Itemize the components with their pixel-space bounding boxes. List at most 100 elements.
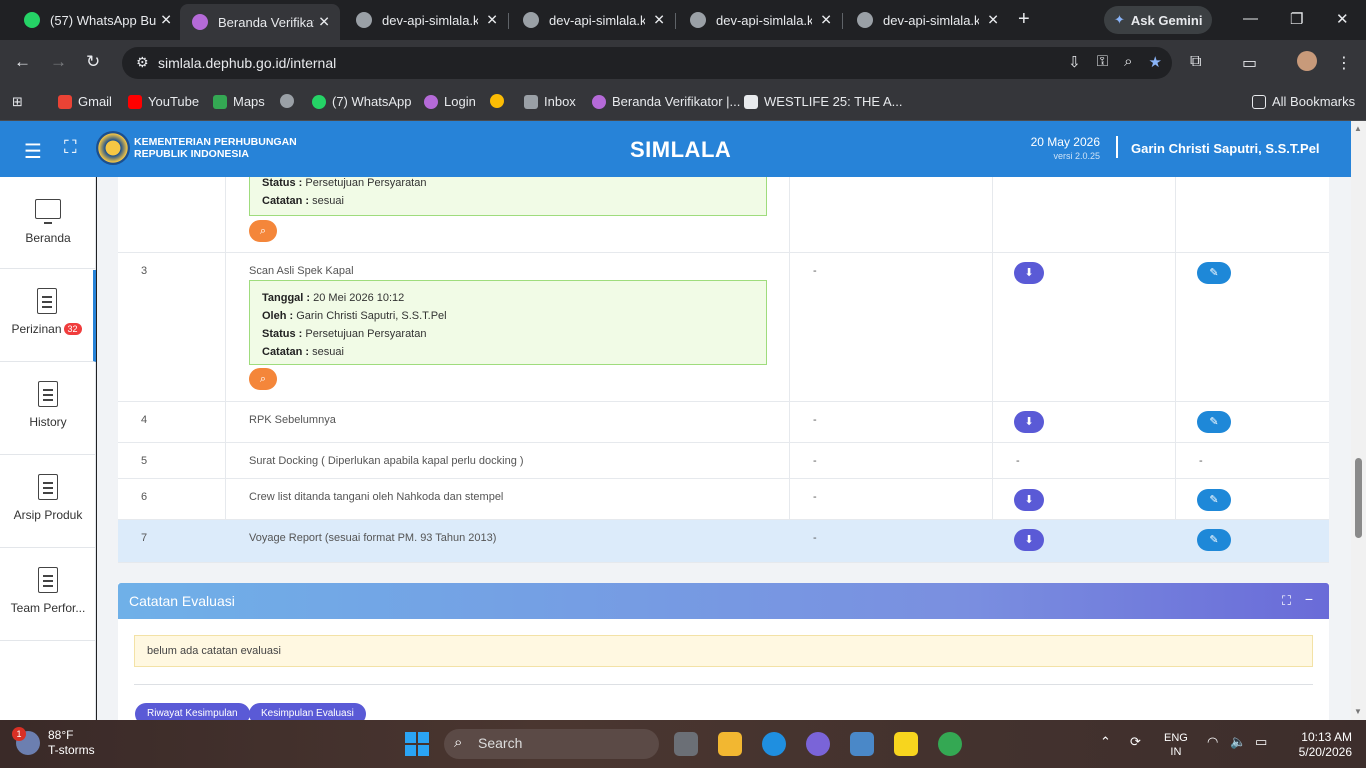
zoom-icon[interactable]: ⌕	[1124, 53, 1132, 71]
cell-value: -	[813, 491, 817, 503]
fullscreen-icon[interactable]: ⛶	[64, 137, 77, 158]
taskbar-search[interactable]: ⌕ Search	[444, 729, 659, 759]
minimize-icon[interactable]: —	[1243, 10, 1258, 27]
close-tab-icon[interactable]: ✕	[653, 12, 665, 29]
bookmark-beranda[interactable]: Beranda Verifikator |...	[592, 94, 740, 109]
close-tab-icon[interactable]: ✕	[486, 12, 498, 29]
scroll-up-icon[interactable]: ▲	[1354, 124, 1362, 133]
bookmark-label: Maps	[233, 94, 265, 109]
browser-tab-beranda[interactable]: Beranda Verifikato ✕	[180, 4, 340, 40]
bookmark-youtube[interactable]: YouTube	[128, 94, 199, 109]
cell-value: -	[1199, 455, 1203, 467]
tab-search-icon[interactable]: ▭	[1242, 53, 1257, 73]
sidebar-item-beranda[interactable]: Beranda	[0, 177, 96, 269]
browser-tab-whatsapp[interactable]: (57) WhatsApp Bu ✕	[12, 5, 182, 35]
hamburger-menu-icon[interactable]: ☰	[24, 139, 42, 164]
back-icon[interactable]: ←	[14, 52, 31, 72]
edit-button[interactable]: ✎	[1197, 489, 1231, 511]
bookmark-gmail[interactable]: Gmail	[58, 94, 112, 109]
bookmark-photos[interactable]	[490, 94, 510, 108]
bookmark-whatsapp[interactable]: (7) WhatsApp	[312, 94, 411, 109]
sidebar-item-history[interactable]: History	[0, 363, 96, 455]
sidebar-item-team-performance[interactable]: Team Perfor...	[0, 549, 96, 641]
row-number: 6	[141, 491, 148, 503]
user-name[interactable]: Garin Christi Saputri, S.S.T.Pel	[1131, 141, 1320, 156]
tray-chevron-up-icon[interactable]: ⌃	[1100, 734, 1111, 750]
bookmark-inbox[interactable]: Inbox	[524, 94, 576, 109]
sidebar-item-arsip-produk[interactable]: Arsip Produk	[0, 456, 96, 548]
wifi-icon[interactable]: ◠	[1207, 734, 1218, 750]
install-app-icon[interactable]: ⇩	[1068, 53, 1081, 71]
weather-widget[interactable]: 1 88°F T-storms	[12, 727, 95, 758]
table-row: 4 RPK Sebelumnya - ⬇ ✎	[118, 402, 1329, 443]
edge-icon[interactable]	[762, 732, 786, 756]
bookmark-star-icon[interactable]: ★	[1149, 53, 1162, 71]
close-tab-icon[interactable]: ✕	[820, 12, 832, 29]
card-header: Catatan Evaluasi ⛶ −	[118, 583, 1329, 619]
download-button[interactable]: ⬇	[1014, 489, 1044, 511]
scroll-down-icon[interactable]: ▼	[1354, 707, 1362, 716]
cell-value: -	[813, 455, 817, 467]
restore-icon[interactable]: ❐	[1290, 10, 1303, 28]
browser-tab-dev-api-2[interactable]: dev-api-simlala.ke ✕	[511, 5, 676, 35]
taskbar-clock[interactable]: 10:13 AM 5/20/2026	[1299, 730, 1352, 760]
password-key-icon[interactable]: ⚿	[1097, 53, 1108, 71]
battery-icon[interactable]: ▭	[1255, 734, 1267, 750]
volume-icon[interactable]: 🔈	[1230, 734, 1246, 750]
browser-tab-dev-api-1[interactable]: dev-api-simlala.ke ✕	[344, 5, 509, 35]
bookmark-globe[interactable]	[280, 94, 300, 108]
edit-button[interactable]: ✎	[1197, 529, 1231, 551]
info-label: Catatan :	[262, 195, 310, 207]
temperature: 88°F	[48, 728, 74, 742]
close-tab-icon[interactable]: ✕	[160, 12, 172, 29]
sidebar-item-perizinan[interactable]: Perizinan 32	[0, 270, 96, 362]
close-tab-icon[interactable]: ✕	[318, 14, 330, 31]
kesimpulan-evaluasi-button[interactable]: Kesimpulan Evaluasi	[249, 703, 366, 720]
riwayat-kesimpulan-button[interactable]: Riwayat Kesimpulan	[135, 703, 250, 720]
requirement-name: Voyage Report (sesuai format PM. 93 Tahu…	[249, 532, 497, 544]
reload-icon[interactable]: ↻	[86, 52, 100, 72]
edit-button[interactable]: ✎	[1197, 262, 1231, 284]
language-indicator[interactable]: ENG IN	[1164, 731, 1188, 759]
windows-start-icon[interactable]	[405, 732, 429, 756]
sidebar-item-label: Arsip Produk	[13, 508, 83, 522]
view-detail-button[interactable]: ⌕	[249, 220, 277, 242]
bookmark-label: Login	[444, 94, 476, 109]
close-tab-icon[interactable]: ✕	[987, 12, 999, 29]
close-window-icon[interactable]: ✕	[1336, 10, 1349, 28]
new-tab-icon[interactable]: +	[1018, 8, 1030, 31]
bookmark-westlife[interactable]: WESTLIFE 25: THE A...	[744, 94, 902, 109]
requirements-table: Status : Persetujuan Persyaratan Catatan…	[118, 177, 1329, 563]
download-button[interactable]: ⬇	[1014, 411, 1044, 433]
extensions-icon[interactable]: ⧉	[1190, 53, 1201, 71]
expand-icon[interactable]: ⛶	[1282, 593, 1291, 609]
bookmark-maps[interactable]: Maps	[213, 94, 265, 109]
document-icon	[36, 288, 57, 314]
collapse-icon[interactable]: −	[1305, 591, 1313, 607]
scrollbar-thumb[interactable]	[1355, 458, 1362, 538]
address-bar[interactable]: ⚙ simlala.dephub.go.id/internal ⇩ ⚿ ⌕ ★	[122, 47, 1172, 79]
profile-avatar[interactable]	[1297, 51, 1317, 71]
app-icon[interactable]	[806, 732, 830, 756]
file-explorer-icon[interactable]	[718, 732, 742, 756]
sticky-notes-icon[interactable]	[894, 732, 918, 756]
browser-tab-dev-api-3[interactable]: dev-api-simlala.ke ✕	[678, 5, 843, 35]
menu-kebab-icon[interactable]: ⋮	[1336, 53, 1352, 73]
ask-gemini-button[interactable]: ✦ Ask Gemini	[1104, 6, 1212, 34]
chrome-icon[interactable]	[938, 732, 962, 756]
download-button[interactable]: ⬇	[1014, 529, 1044, 551]
edit-button[interactable]: ✎	[1197, 411, 1231, 433]
forward-icon[interactable]: →	[50, 52, 67, 72]
bookmark-login[interactable]: Login	[424, 94, 476, 109]
site-info-icon[interactable]: ⚙	[136, 54, 149, 71]
task-view-icon[interactable]	[674, 732, 698, 756]
browser-tab-dev-api-4[interactable]: dev-api-simlala.ke ✕	[845, 5, 1009, 35]
download-button[interactable]: ⬇	[1014, 262, 1044, 284]
page-scrollbar[interactable]: ▲ ▼	[1351, 121, 1366, 720]
apps-grid-icon[interactable]: ⊞	[12, 94, 23, 110]
view-detail-button[interactable]: ⌕	[249, 368, 277, 390]
url-text[interactable]: simlala.dephub.go.id/internal	[158, 55, 336, 71]
sync-icon[interactable]: ⟳	[1130, 734, 1141, 750]
camera-icon[interactable]	[850, 732, 874, 756]
all-bookmarks[interactable]: All Bookmarks	[1252, 94, 1355, 109]
